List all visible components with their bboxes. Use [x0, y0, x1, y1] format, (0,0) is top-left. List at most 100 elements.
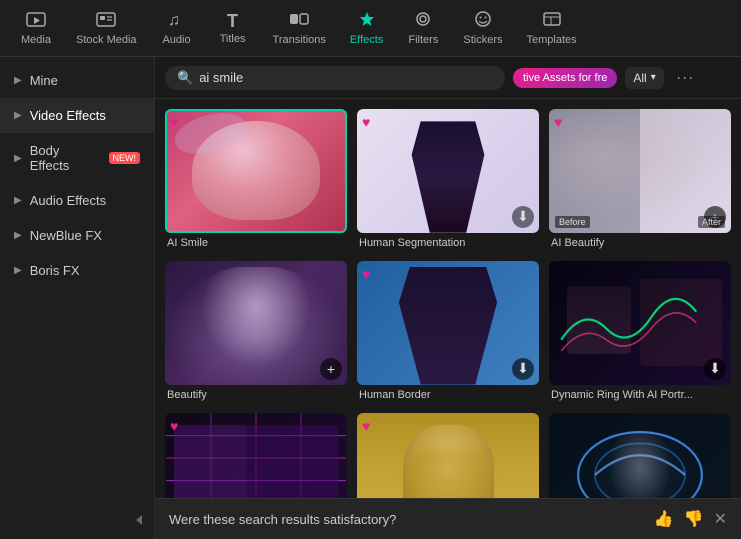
- arrow-icon-video: ▶: [14, 110, 22, 121]
- nav-templates-label: Templates: [526, 34, 576, 46]
- search-input[interactable]: [199, 70, 493, 85]
- nav-stickers[interactable]: Stickers: [453, 6, 512, 50]
- sidebar-item-mine[interactable]: ▶ Mine: [0, 63, 154, 98]
- filters-icon: [413, 10, 433, 31]
- selected-border: [165, 109, 347, 233]
- thumb-beautify: +: [165, 261, 347, 385]
- nav-media[interactable]: Media: [10, 6, 62, 50]
- more-button[interactable]: ···: [672, 65, 698, 90]
- close-feedback-button[interactable]: ✕: [714, 509, 727, 529]
- main-layout: ▶ Mine ▶ Video Effects ▶ Body Effects NE…: [0, 57, 741, 539]
- grid-item-human-border[interactable]: ♥ ⬇ Human Border: [357, 261, 539, 403]
- arrow-icon-boris: ▶: [14, 265, 22, 276]
- arrow-icon-newblue: ▶: [14, 230, 22, 241]
- grid-item-gen-ai-overlay[interactable]: ♥ ⬇ Generation AI Overlay 01: [165, 413, 347, 499]
- add-btn-4[interactable]: +: [320, 358, 342, 380]
- grid-label-ai-beautify: AI Beautify: [549, 233, 731, 251]
- nav-stickers-label: Stickers: [463, 34, 502, 46]
- transitions-icon: [289, 10, 309, 31]
- nav-transitions[interactable]: Transitions: [263, 6, 336, 50]
- grid-item-ai-surface-blur[interactable]: ♥ ⬇ AI Surface Blur: [357, 413, 539, 499]
- thumb-ai-surface-blur: ♥ ⬇: [357, 413, 539, 499]
- nav-filters[interactable]: Filters: [397, 6, 449, 50]
- content-area: 🔍 tive Assets for fre All ▾ ···: [155, 57, 741, 539]
- sidebar-item-body-effects[interactable]: ▶ Body Effects NEW!: [0, 133, 154, 183]
- grid-item-ai-smile[interactable]: ♥ AI Smile: [165, 109, 347, 251]
- titles-icon: T: [227, 12, 238, 30]
- grid-item-human-seg[interactable]: ♥ ⬇ Human Segmentation: [357, 109, 539, 251]
- grid-item-ai-beautify[interactable]: ♥ Before After + AI Beautify: [549, 109, 731, 251]
- arrow-icon-audio: ▶: [14, 195, 22, 206]
- asset-pill[interactable]: tive Assets for fre: [513, 68, 617, 88]
- feedback-question: Were these search results satisfactory?: [169, 512, 396, 527]
- nav-effects[interactable]: Effects: [340, 6, 393, 50]
- sidebar-item-boris[interactable]: ▶ Boris FX: [0, 253, 154, 288]
- media-icon: [26, 10, 46, 31]
- svg-text:♫: ♫: [168, 12, 180, 28]
- thumb-dynamic-ring-2: ⬇: [549, 413, 731, 499]
- filter-label: All: [633, 71, 646, 85]
- thumb-ai-beautify: ♥ Before After +: [549, 109, 731, 233]
- new-badge: NEW!: [109, 152, 141, 164]
- nav-templates[interactable]: Templates: [516, 6, 586, 50]
- nav-audio[interactable]: ♫ Audio: [151, 6, 203, 50]
- stickers-icon: [473, 10, 493, 31]
- heart-icon-7: ♥: [170, 418, 178, 434]
- grid-item-dynamic-ring[interactable]: ⬇ Dynamic Ring With AI Portr...: [549, 261, 731, 403]
- thumb-ai-smile: ♥: [165, 109, 347, 233]
- nav-titles[interactable]: T Titles: [207, 8, 259, 49]
- grid-label-dynamic-ring: Dynamic Ring With AI Portr...: [549, 385, 731, 403]
- search-bar: 🔍 tive Assets for fre All ▾ ···: [155, 57, 741, 99]
- templates-icon: [542, 10, 562, 31]
- filter-dropdown[interactable]: All ▾: [625, 67, 663, 89]
- sidebar-newblue-label: NewBlue FX: [30, 228, 102, 243]
- sidebar-mine-label: Mine: [30, 73, 58, 88]
- sidebar-item-video-effects[interactable]: ▶ Video Effects: [0, 98, 154, 133]
- stock-media-icon: [96, 10, 116, 31]
- thumb-gen-ai-overlay: ♥ ⬇: [165, 413, 347, 499]
- sidebar-body-label: Body Effects: [30, 143, 101, 173]
- before-after-label: Before After: [549, 216, 731, 228]
- top-nav: Media Stock Media ♫ Audio T Titles Trans…: [0, 0, 741, 57]
- nav-media-label: Media: [21, 34, 51, 46]
- search-icon: 🔍: [177, 70, 193, 86]
- heart-icon-3: ♥: [554, 114, 562, 130]
- sidebar-item-audio-effects[interactable]: ▶ Audio Effects: [0, 183, 154, 218]
- nav-stock-label: Stock Media: [76, 34, 137, 46]
- nav-effects-label: Effects: [350, 34, 383, 46]
- effects-grid: ♥ AI Smile ♥ ⬇ Human Segmentation: [165, 109, 731, 498]
- grid-label-human-border: Human Border: [357, 385, 539, 403]
- nav-transitions-label: Transitions: [273, 34, 326, 46]
- heart-icon-5: ♥: [362, 266, 370, 282]
- nav-stock-media[interactable]: Stock Media: [66, 6, 147, 50]
- effects-icon: [357, 10, 377, 31]
- grid-area: ♥ AI Smile ♥ ⬇ Human Segmentation: [155, 99, 741, 498]
- grid-item-dynamic-ring-2[interactable]: ⬇ Dynamic Ring With Ai Portr...: [549, 413, 731, 499]
- sidebar: ▶ Mine ▶ Video Effects ▶ Body Effects NE…: [0, 57, 155, 539]
- chevron-down-icon: ▾: [651, 72, 656, 83]
- sidebar-video-label: Video Effects: [30, 108, 106, 123]
- thumb-dynamic-ring: ⬇: [549, 261, 731, 385]
- heart-icon-2: ♥: [362, 114, 370, 130]
- download-btn-2[interactable]: ⬇: [512, 206, 534, 228]
- thumb-human-border: ♥ ⬇: [357, 261, 539, 385]
- grid-label-human-seg: Human Segmentation: [357, 233, 539, 251]
- grid-label-beautify: Beautify: [165, 385, 347, 403]
- download-btn-6[interactable]: ⬇: [704, 358, 726, 380]
- sidebar-boris-label: Boris FX: [30, 263, 80, 278]
- arrow-icon: ▶: [14, 75, 22, 86]
- thumbs-up-button[interactable]: 👍: [654, 509, 674, 529]
- feedback-bar: Were these search results satisfactory? …: [155, 498, 741, 539]
- nav-audio-label: Audio: [162, 34, 190, 46]
- audio-icon: ♫: [168, 10, 186, 31]
- nav-filters-label: Filters: [408, 34, 438, 46]
- thumbs-down-button[interactable]: 👎: [684, 509, 704, 529]
- grid-item-beautify[interactable]: + Beautify: [165, 261, 347, 403]
- grid-label-ai-smile: AI Smile: [165, 233, 347, 251]
- sidebar-collapse-button[interactable]: [0, 507, 154, 533]
- sidebar-item-newblue[interactable]: ▶ NewBlue FX: [0, 218, 154, 253]
- heart-icon-8: ♥: [362, 418, 370, 434]
- download-btn-5[interactable]: ⬇: [512, 358, 534, 380]
- search-input-wrapper[interactable]: 🔍: [165, 66, 505, 90]
- nav-titles-label: Titles: [220, 33, 246, 45]
